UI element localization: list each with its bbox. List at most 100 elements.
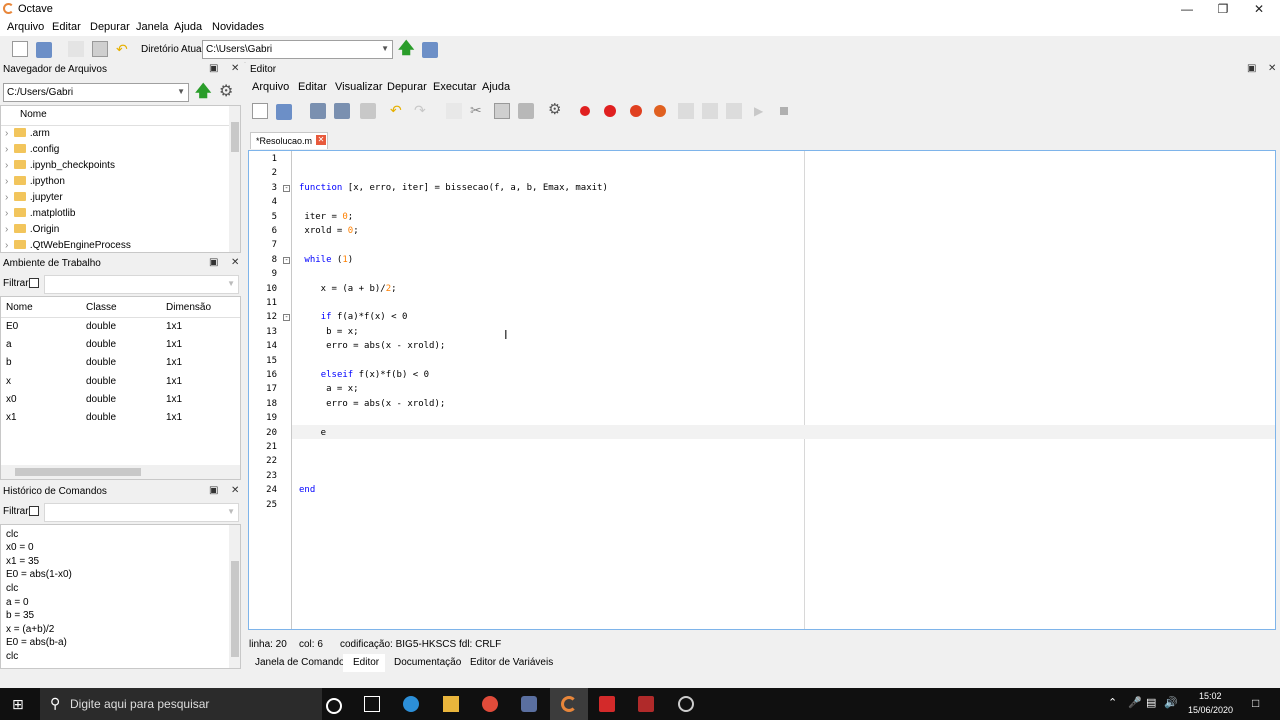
tab-editor[interactable]: Editor bbox=[353, 657, 379, 668]
paste-icon[interactable] bbox=[92, 41, 108, 57]
copy-icon[interactable] bbox=[446, 103, 462, 119]
column-header-classe[interactable]: Classe bbox=[86, 302, 117, 318]
windows-start-icon[interactable]: ⊞ bbox=[12, 696, 28, 712]
copy-icon[interactable] bbox=[68, 41, 84, 57]
search-box[interactable]: ⚲ Digite aqui para pesquisar bbox=[40, 688, 322, 720]
code-line[interactable]: while (1) bbox=[299, 255, 353, 265]
list-item[interactable]: › .ipynb_checkpoints bbox=[5, 160, 115, 176]
code-line[interactable]: erro = abs(x - xrold); bbox=[299, 399, 445, 409]
undock-icon[interactable]: ▣ bbox=[209, 485, 218, 496]
clock-time[interactable]: 15:02 bbox=[1199, 691, 1222, 701]
step-out-icon[interactable] bbox=[726, 103, 742, 119]
app-circle-icon[interactable] bbox=[678, 696, 694, 712]
vertical-scrollbar[interactable] bbox=[229, 525, 240, 668]
code-line[interactable]: erro = abs(x - xrold); bbox=[299, 341, 445, 351]
code-line[interactable]: iter = 0; bbox=[299, 212, 353, 222]
pdf-reader-icon[interactable] bbox=[599, 696, 615, 712]
edge-browser-icon[interactable] bbox=[403, 696, 419, 712]
new-file-icon[interactable] bbox=[252, 103, 268, 119]
editor-menu-depurar[interactable]: Depurar bbox=[387, 81, 427, 93]
vertical-scrollbar[interactable] bbox=[229, 106, 240, 252]
list-item[interactable]: clc bbox=[6, 651, 18, 667]
horizontal-scrollbar[interactable] bbox=[1, 465, 240, 479]
code-line[interactable]: a = x; bbox=[299, 384, 359, 394]
undock-icon[interactable]: ▣ bbox=[209, 63, 218, 74]
menu-editar[interactable]: Editar bbox=[52, 21, 81, 33]
previous-breakpoint-icon[interactable] bbox=[630, 105, 642, 117]
open-folder-icon[interactable] bbox=[36, 42, 52, 58]
close-tab-icon[interactable]: ✕ bbox=[316, 135, 326, 145]
next-breakpoint-icon[interactable] bbox=[604, 105, 616, 117]
cut-icon[interactable]: ✂ bbox=[470, 102, 486, 118]
editor-menu-visualizar[interactable]: Visualizar bbox=[335, 81, 383, 93]
chrome-icon[interactable] bbox=[482, 696, 498, 712]
code-line[interactable]: end bbox=[299, 485, 315, 495]
maximize-button[interactable]: ❐ bbox=[1205, 0, 1241, 18]
octave-taskbar-active[interactable] bbox=[550, 688, 588, 720]
app-icon[interactable] bbox=[521, 696, 537, 712]
media-player-icon[interactable] bbox=[638, 696, 654, 712]
file-browser-path-combo[interactable]: C:/Users/Gabri ▼ bbox=[3, 83, 189, 102]
redo-icon[interactable]: ↷ bbox=[414, 102, 430, 118]
menu-ajuda[interactable]: Ajuda bbox=[174, 21, 202, 33]
save-as-icon[interactable] bbox=[334, 103, 350, 119]
network-icon[interactable]: ▤ bbox=[1146, 696, 1156, 709]
filter-combo[interactable]: ▼ bbox=[44, 275, 239, 294]
editor-menu-arquivo[interactable]: Arquivo bbox=[252, 81, 289, 93]
find-replace-icon[interactable] bbox=[518, 103, 534, 119]
code-line[interactable]: if f(a)*f(x) < 0 bbox=[299, 312, 408, 322]
tab-variable-editor[interactable]: Editor de Variáveis bbox=[470, 657, 553, 668]
clock-date[interactable]: 15/06/2020 bbox=[1188, 705, 1233, 715]
gear-icon[interactable]: ⚙ bbox=[219, 84, 235, 100]
list-item[interactable]: › .arm bbox=[5, 128, 50, 144]
list-item[interactable]: › .matplotlib bbox=[5, 208, 75, 224]
menu-arquivo[interactable]: Arquivo bbox=[7, 21, 44, 33]
code-line[interactable]: elseif f(x)*f(b) < 0 bbox=[299, 370, 429, 380]
file-explorer-icon[interactable] bbox=[443, 696, 459, 712]
undock-icon[interactable]: ▣ bbox=[209, 257, 218, 268]
list-item[interactable]: › .jupyter bbox=[5, 192, 63, 208]
microphone-icon[interactable]: 🎤 bbox=[1128, 696, 1142, 709]
save-icon[interactable] bbox=[310, 103, 326, 119]
column-header-nome[interactable]: Nome bbox=[6, 302, 33, 318]
step-icon[interactable] bbox=[678, 103, 694, 119]
menu-depurar[interactable]: Depurar bbox=[90, 21, 130, 33]
filter-checkbox[interactable] bbox=[29, 506, 39, 516]
clear-breakpoints-icon[interactable] bbox=[654, 105, 666, 117]
code-line[interactable]: xrold = 0; bbox=[299, 226, 358, 236]
step-in-icon[interactable] bbox=[702, 103, 718, 119]
tab-command-window[interactable]: Janela de Comandos bbox=[255, 657, 350, 668]
close-panel-icon[interactable]: ✕ bbox=[231, 257, 239, 268]
fold-toggle-icon[interactable]: - bbox=[283, 256, 290, 264]
list-item[interactable]: › .Origin bbox=[5, 224, 59, 240]
filter-checkbox[interactable] bbox=[29, 278, 39, 288]
task-view-icon[interactable] bbox=[364, 696, 380, 712]
column-header-dimensao[interactable]: Dimensão bbox=[166, 302, 211, 318]
close-panel-icon[interactable]: ✕ bbox=[231, 485, 239, 496]
list-item[interactable]: › .ipython bbox=[5, 176, 65, 192]
notification-icon[interactable]: □ bbox=[1252, 696, 1259, 710]
tab-documentation[interactable]: Documentação bbox=[394, 657, 461, 668]
close-panel-icon[interactable]: ✕ bbox=[1268, 63, 1276, 74]
menu-novidades[interactable]: Novidades bbox=[212, 21, 264, 33]
undo-icon[interactable]: ↶ bbox=[116, 41, 132, 57]
fold-toggle-icon[interactable]: - bbox=[283, 314, 290, 322]
code-line[interactable]: function [x, erro, iter] = bissecao(f, a… bbox=[299, 183, 608, 193]
menu-janela[interactable]: Janela bbox=[136, 21, 168, 33]
close-button[interactable]: ✕ bbox=[1241, 0, 1277, 18]
editor-menu-ajuda[interactable]: Ajuda bbox=[482, 81, 510, 93]
chevron-up-icon[interactable]: ⌃ bbox=[1108, 696, 1117, 709]
volume-icon[interactable]: 🔊 bbox=[1164, 696, 1178, 709]
cortana-icon[interactable] bbox=[326, 698, 342, 714]
tab-resolucao[interactable]: *Resolucao.m ✕ bbox=[250, 132, 328, 149]
code-line[interactable]: b = x; bbox=[299, 327, 359, 337]
paste-icon[interactable] bbox=[494, 103, 510, 119]
open-file-icon[interactable] bbox=[276, 104, 292, 120]
print-icon[interactable] bbox=[360, 103, 376, 119]
editor-menu-editar[interactable]: Editar bbox=[298, 81, 327, 93]
browse-folder-icon[interactable] bbox=[422, 42, 438, 58]
parent-dir-arrow-icon[interactable]: 🡅 bbox=[398, 41, 414, 57]
code-line[interactable]: x = (a + b)/2; bbox=[299, 284, 397, 294]
column-header-nome[interactable]: Nome bbox=[20, 109, 220, 125]
list-item[interactable]: › .QtWebEngineProcess bbox=[5, 240, 131, 252]
